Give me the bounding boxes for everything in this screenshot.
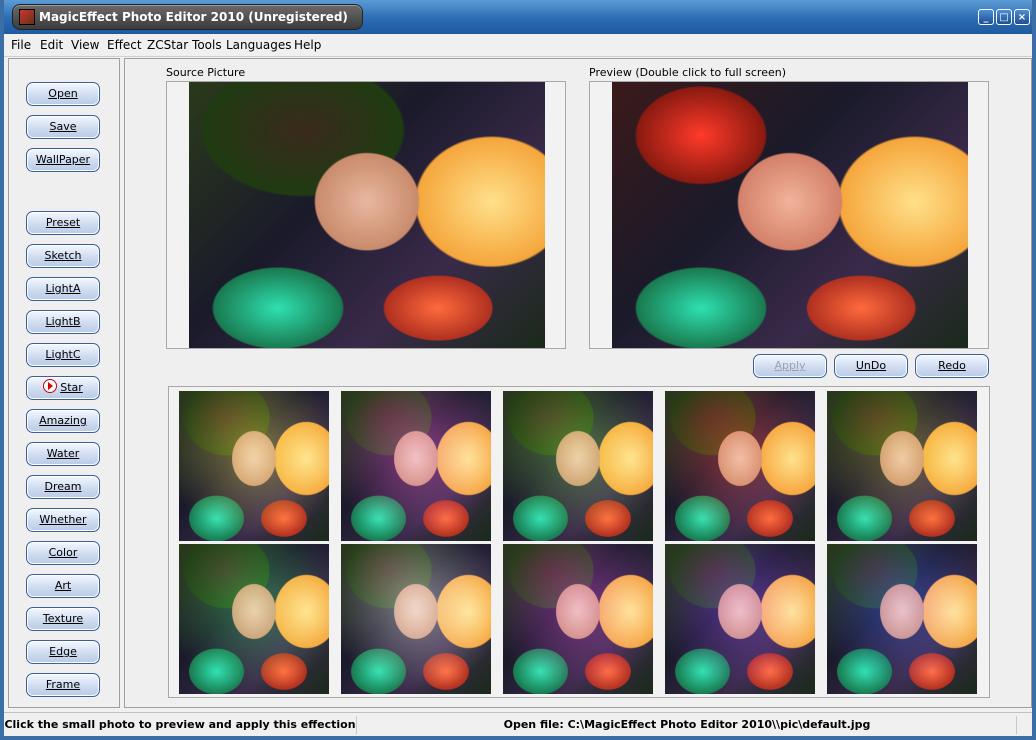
app-icon: [19, 9, 35, 25]
thumbnail-tint: [503, 391, 653, 541]
undo-button[interactable]: UnDo: [834, 354, 908, 378]
whether-button[interactable]: Whether: [26, 508, 100, 532]
title-bar[interactable]: MagicEffect Photo Editor 2010 (Unregiste…: [4, 0, 1032, 34]
thumbnail-tint: [827, 391, 977, 541]
menu-zcstar-tools[interactable]: ZCStar Tools: [147, 38, 222, 52]
effect-thumbnail[interactable]: [179, 391, 329, 541]
effect-sidebar: Open Save WallPaper Preset Sketch LightA…: [8, 58, 120, 708]
frame-button[interactable]: Frame: [26, 673, 100, 697]
effect-thumbnail-grid: [168, 386, 990, 698]
app-window: MagicEffect Photo Editor 2010 (Unregiste…: [0, 0, 1036, 740]
texture-button[interactable]: Texture: [26, 607, 100, 631]
thumbnail-tint: [341, 544, 491, 694]
art-button[interactable]: Art: [26, 574, 100, 598]
thumbnail-tint: [665, 544, 815, 694]
effect-thumbnail[interactable]: [341, 544, 491, 694]
lighta-button[interactable]: LightA: [26, 277, 100, 301]
menu-bar: File Edit View Effect ZCStar Tools Langu…: [4, 34, 1032, 57]
source-picture-label: Source Picture: [166, 66, 246, 79]
maximize-button[interactable]: □: [996, 9, 1012, 25]
save-button[interactable]: Save: [26, 115, 100, 139]
status-hint: Click the small photo to preview and app…: [4, 716, 357, 734]
apply-button[interactable]: Apply: [753, 354, 827, 378]
star-button[interactable]: Star: [26, 376, 100, 400]
source-picture-frame: [166, 81, 566, 349]
status-bar: Click the small photo to preview and app…: [4, 712, 1032, 736]
effect-thumbnail[interactable]: [503, 391, 653, 541]
menu-help[interactable]: Help: [294, 38, 321, 52]
effect-thumbnail[interactable]: [503, 544, 653, 694]
preset-button[interactable]: Preset: [26, 211, 100, 235]
color-button[interactable]: Color: [26, 541, 100, 565]
star-button-label: Star: [60, 381, 83, 394]
thumbnail-tint: [665, 391, 815, 541]
selected-arrow-icon: [43, 379, 58, 393]
redo-button[interactable]: Redo: [915, 354, 989, 378]
preview-label: Preview (Double click to full screen): [589, 66, 787, 79]
effect-thumbnail[interactable]: [827, 391, 977, 541]
dream-button[interactable]: Dream: [26, 475, 100, 499]
status-open-file: Open file: C:\MagicEffect Photo Editor 2…: [358, 716, 1017, 734]
effect-thumbnail[interactable]: [179, 544, 329, 694]
lightc-button[interactable]: LightC: [26, 343, 100, 367]
preview-frame[interactable]: [589, 81, 989, 349]
effect-thumbnail[interactable]: [665, 544, 815, 694]
open-button[interactable]: Open: [26, 82, 100, 106]
menu-file[interactable]: File: [11, 38, 31, 52]
edge-button[interactable]: Edge: [26, 640, 100, 664]
lightb-button[interactable]: LightB: [26, 310, 100, 334]
close-button[interactable]: ×: [1014, 9, 1030, 25]
window-title: MagicEffect Photo Editor 2010 (Unregiste…: [12, 4, 363, 30]
preview-photo[interactable]: [612, 82, 968, 348]
thumbnail-tint: [179, 544, 329, 694]
sketch-button[interactable]: Sketch: [26, 244, 100, 268]
menu-view[interactable]: View: [71, 38, 99, 52]
minimize-button[interactable]: _: [978, 9, 994, 25]
effect-thumbnail[interactable]: [827, 544, 977, 694]
menu-edit[interactable]: Edit: [40, 38, 63, 52]
thumbnail-tint: [179, 391, 329, 541]
thumbnail-tint: [827, 544, 977, 694]
effect-thumbnail[interactable]: [665, 391, 815, 541]
thumbnail-tint: [503, 544, 653, 694]
menu-effect[interactable]: Effect: [107, 38, 142, 52]
wallpaper-button[interactable]: WallPaper: [26, 148, 100, 172]
thumbnail-tint: [341, 391, 491, 541]
water-button[interactable]: Water: [26, 442, 100, 466]
amazing-button[interactable]: Amazing: [26, 409, 100, 433]
effect-thumbnail[interactable]: [341, 391, 491, 541]
window-title-text: MagicEffect Photo Editor 2010 (Unregiste…: [39, 10, 348, 24]
menu-languages[interactable]: Languages: [226, 38, 291, 52]
source-photo: [189, 82, 545, 348]
